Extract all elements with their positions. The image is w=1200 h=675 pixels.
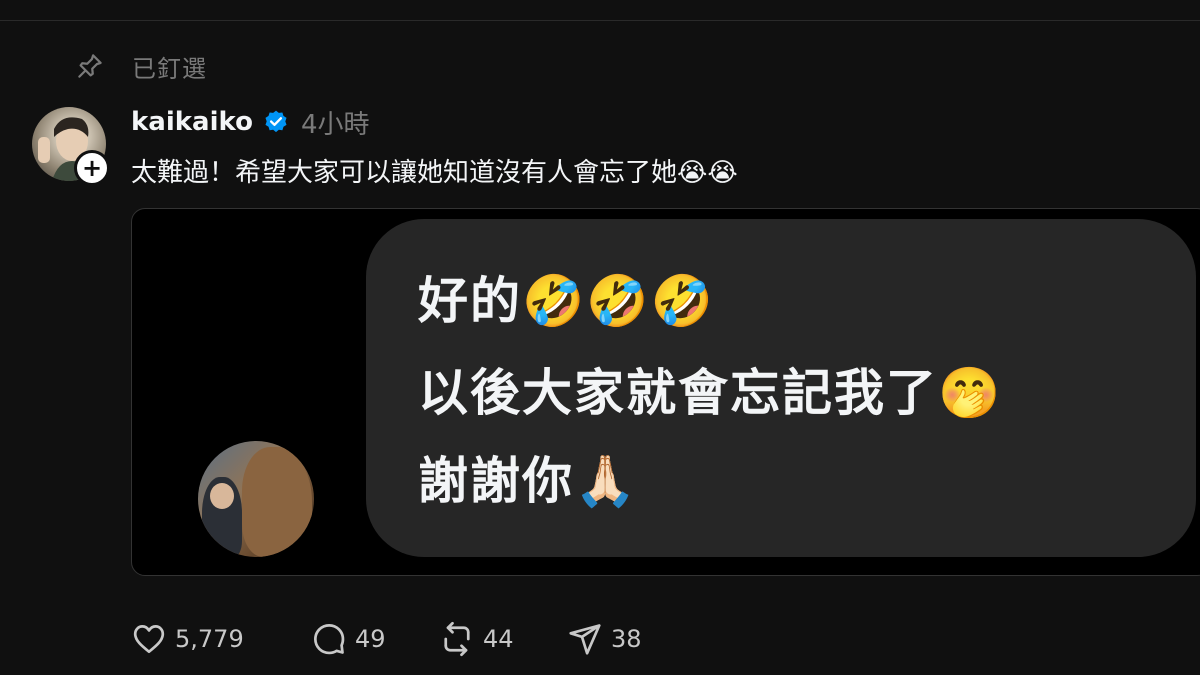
- send-icon: [569, 624, 601, 655]
- top-divider: [0, 20, 1200, 21]
- comment-icon: [314, 624, 345, 655]
- post-caption: 太難過！希望大家可以讓她知道沒有人會忘了她😭😭: [131, 158, 738, 188]
- message-line: 好的🤣🤣🤣: [418, 272, 715, 330]
- message-bubble: 好的🤣🤣🤣 以後大家就會忘記我了🤭 謝謝你🙏🏻: [366, 219, 1196, 557]
- post-header: kaikaiko 4小時: [131, 104, 370, 140]
- message-sender-avatar: [198, 441, 314, 557]
- share-count: 38: [611, 625, 642, 653]
- verified-badge-icon: [263, 109, 289, 135]
- like-count: 5,779: [175, 625, 244, 653]
- message-line: 以後大家就會忘記我了🤭: [418, 364, 1003, 422]
- like-button[interactable]: 5,779: [131, 621, 311, 657]
- pinned-label: 已釘選: [132, 54, 207, 83]
- heart-icon: [133, 625, 165, 654]
- username-link[interactable]: kaikaiko: [131, 107, 253, 137]
- post-media-image[interactable]: 好的🤣🤣🤣 以後大家就會忘記我了🤭 謝謝你🙏🏻: [131, 208, 1200, 576]
- repost-icon: [444, 621, 470, 657]
- reply-count: 49: [355, 625, 386, 653]
- plus-icon: +: [81, 154, 103, 182]
- share-button[interactable]: 38: [567, 621, 667, 657]
- message-line: 謝謝你🙏🏻: [418, 452, 639, 510]
- post-actions: 5,779 49 44 38: [131, 618, 667, 660]
- post-timestamp[interactable]: 4小時: [301, 104, 370, 141]
- reply-button[interactable]: 49: [311, 621, 439, 657]
- pin-icon: [74, 50, 106, 82]
- horse-shape: [242, 447, 312, 557]
- face-shape: [210, 483, 234, 509]
- follow-plus-button[interactable]: +: [74, 150, 110, 186]
- repost-count: 44: [483, 625, 514, 653]
- repost-button[interactable]: 44: [439, 621, 567, 657]
- pinned-indicator: 已釘選: [74, 46, 207, 86]
